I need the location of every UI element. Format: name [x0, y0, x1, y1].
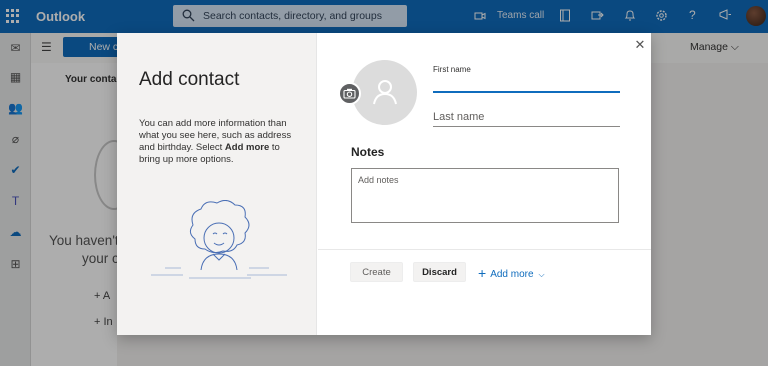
dialog-title: Add contact — [139, 69, 240, 90]
last-name-input[interactable] — [433, 107, 620, 127]
first-name-label: First name — [433, 65, 471, 74]
dialog-info-panel: Add contact You can add more information… — [117, 33, 317, 335]
add-contact-dialog: Add contact You can add more information… — [117, 33, 651, 335]
discard-button[interactable]: Discard — [413, 262, 466, 282]
plus-icon: + — [478, 265, 487, 281]
close-icon[interactable]: ✕ — [633, 38, 647, 52]
person-icon — [373, 80, 397, 105]
add-more-label: Add more — [490, 269, 534, 280]
create-button[interactable]: Create — [350, 262, 403, 282]
camera-icon — [343, 88, 356, 99]
camera-button[interactable] — [338, 82, 361, 105]
desc-bold: Add more — [224, 142, 270, 153]
person-illustration — [151, 200, 287, 279]
notes-label: Notes — [351, 145, 385, 159]
chevron-down-icon: ⌵ — [538, 270, 545, 279]
add-more-button[interactable]: + Add more ⌵ — [478, 264, 545, 281]
notes-textarea[interactable] — [351, 168, 619, 223]
first-name-input[interactable] — [433, 76, 620, 93]
dialog-description: You can add more information than what y… — [139, 118, 299, 166]
footer-divider — [318, 249, 651, 250]
